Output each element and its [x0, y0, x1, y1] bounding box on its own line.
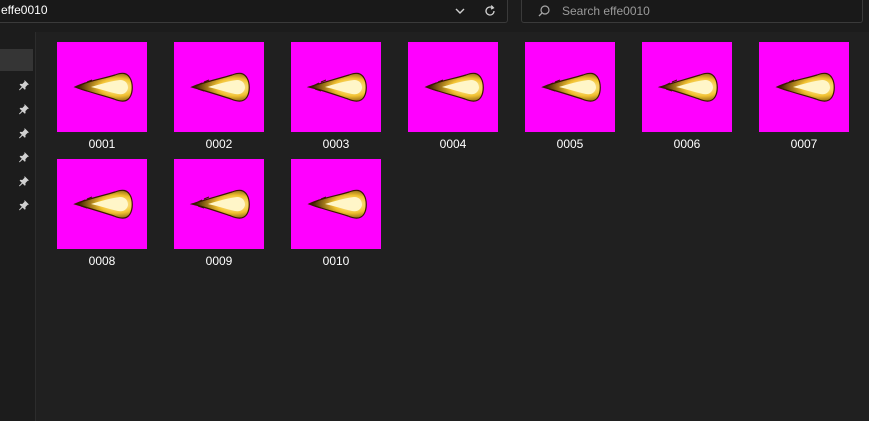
file-name: 0010 [322, 254, 350, 268]
flame-picture [306, 72, 367, 102]
flame-picture [190, 72, 250, 102]
file-item[interactable]: 0007 [748, 32, 860, 151]
search-box[interactable] [521, 0, 863, 23]
file-item[interactable]: 0009 [163, 149, 275, 268]
flame-picture [775, 72, 835, 102]
file-name: 0006 [673, 137, 701, 151]
file-name: 0008 [88, 254, 116, 268]
refresh-icon[interactable] [481, 2, 499, 20]
sidebar-item-selected[interactable] [0, 49, 33, 71]
file-thumbnail [642, 42, 732, 132]
pin-icon[interactable] [18, 150, 30, 163]
pin-icon[interactable] [18, 102, 30, 115]
top-bar: effe0010 [0, 0, 869, 32]
file-item[interactable]: 0002 [163, 32, 275, 151]
search-input[interactable] [562, 2, 842, 19]
file-item[interactable]: 0006 [631, 32, 743, 151]
file-thumbnail [174, 42, 264, 132]
file-thumbnail [291, 159, 381, 249]
file-list: 0001 0002 0003 0004 0005 0006 0007 0008 … [36, 32, 869, 421]
breadcrumb-current-folder[interactable]: effe0010 [1, 3, 48, 17]
pin-icon[interactable] [18, 174, 30, 187]
file-name: 0005 [556, 137, 584, 151]
pin-icon[interactable] [18, 198, 30, 211]
flame-picture [307, 189, 367, 219]
file-item[interactable]: 0005 [514, 32, 626, 151]
flame-picture [541, 72, 601, 102]
flame-picture [189, 189, 250, 219]
file-item[interactable]: 0001 [46, 32, 158, 151]
file-thumbnail [759, 42, 849, 132]
file-thumbnail [174, 159, 264, 249]
file-item[interactable]: 0010 [280, 149, 392, 268]
address-bar[interactable]: effe0010 [0, 0, 508, 23]
file-thumbnail [57, 159, 147, 249]
pin-icon[interactable] [18, 126, 30, 139]
file-thumbnail [525, 42, 615, 132]
navigation-pane [0, 32, 36, 421]
flame-picture [73, 72, 133, 102]
file-name: 0007 [790, 137, 818, 151]
file-item[interactable]: 0004 [397, 32, 509, 151]
file-item[interactable]: 0003 [280, 32, 392, 151]
file-thumbnail [57, 42, 147, 132]
pin-icon[interactable] [18, 78, 30, 91]
flame-picture [73, 189, 133, 219]
file-name: 0004 [439, 137, 467, 151]
file-thumbnail [291, 42, 381, 132]
file-item[interactable]: 0008 [46, 149, 158, 268]
chevron-down-icon[interactable] [452, 3, 468, 19]
flame-picture [424, 72, 484, 102]
file-thumbnail [408, 42, 498, 132]
search-icon [536, 3, 552, 19]
flame-picture [657, 72, 718, 102]
file-name: 0009 [205, 254, 233, 268]
